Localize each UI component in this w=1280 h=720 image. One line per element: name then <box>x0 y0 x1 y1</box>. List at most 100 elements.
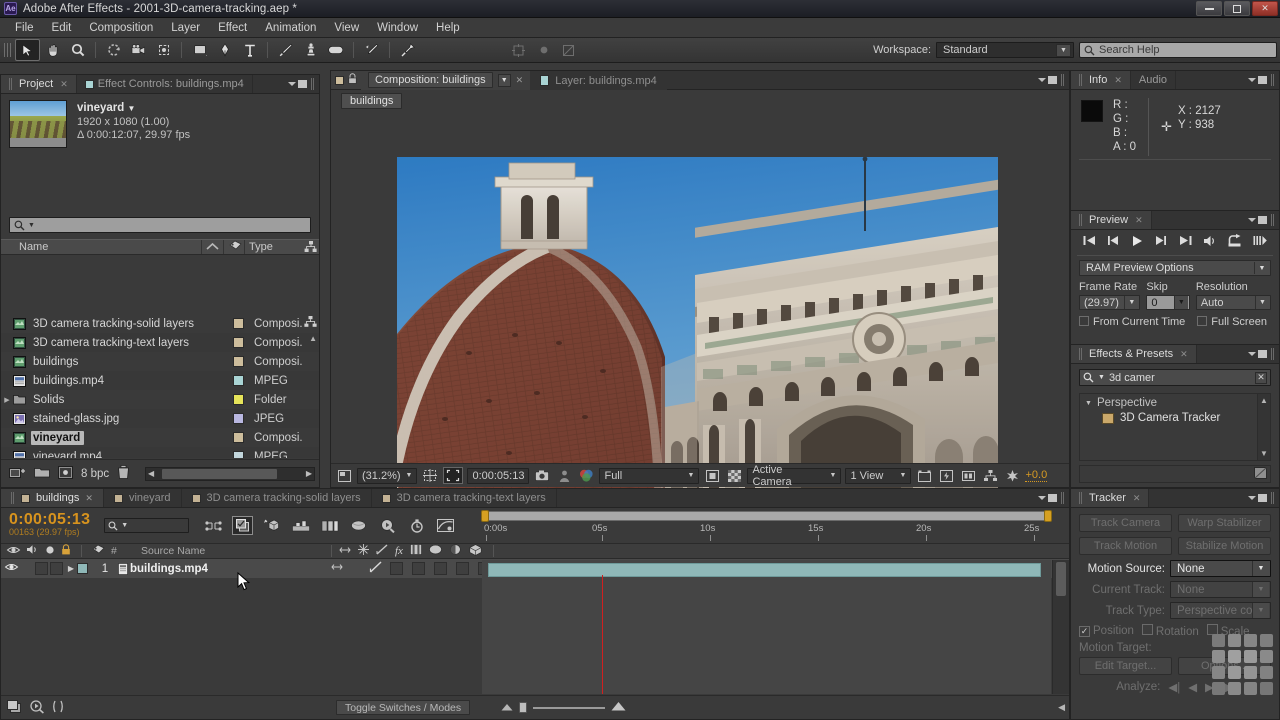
collapse-switch-icon[interactable] <box>358 544 369 558</box>
new-animation-preset-icon[interactable] <box>1254 467 1267 482</box>
frame-blend-switch-icon[interactable] <box>410 544 422 558</box>
effect-item-3d-camera-tracker[interactable]: 3D Camera Tracker <box>1080 409 1270 424</box>
close-icon[interactable]: ✕ <box>1135 215 1143 226</box>
timeline-scroll-left-icon[interactable]: ◀ <box>1058 702 1065 713</box>
layer-solo-cell[interactable] <box>50 562 63 575</box>
region-of-interest-icon[interactable] <box>443 467 463 484</box>
timeline-ruler[interactable]: 0:00s 05s 10s 15s 20s 25s <box>482 508 1051 543</box>
region-interest-toggle-icon[interactable] <box>703 468 721 484</box>
enable-frame-blending-icon[interactable] <box>290 516 311 535</box>
source-name-header[interactable]: Source Name <box>141 545 205 557</box>
tab-audio[interactable]: Audio <box>1131 71 1176 89</box>
panel-grip-icon[interactable] <box>1061 492 1065 504</box>
lock-toggle-icon[interactable] <box>61 544 71 558</box>
comp-flowchart-icon[interactable] <box>981 468 999 484</box>
graph-editor-footer-icon[interactable] <box>52 700 64 716</box>
list-item[interactable]: ▶SolidsFolder <box>1 390 319 409</box>
layer-fx-switch[interactable] <box>390 562 403 575</box>
work-area-start-handle[interactable] <box>481 510 489 522</box>
layer-number-header[interactable]: # <box>111 545 117 557</box>
preview-resolution-select[interactable]: Auto ▼ <box>1196 295 1271 310</box>
effects-switch-icon[interactable]: fx <box>395 545 403 557</box>
layer-visibility-icon[interactable] <box>1 562 21 575</box>
list-item[interactable]: vineyard.mp4MPEG <box>1 447 319 458</box>
close-icon[interactable]: ✕ <box>60 79 68 90</box>
panel-grip-icon[interactable] <box>1061 74 1065 86</box>
grid-guides-icon[interactable] <box>421 468 439 484</box>
sort-ascending-icon[interactable] <box>206 241 219 253</box>
project-tree-icon[interactable] <box>304 316 317 331</box>
composition-mini-flowchart-icon[interactable] <box>203 516 224 535</box>
layer-shy-switch[interactable] <box>331 562 343 575</box>
brainstorm-footer-icon[interactable] <box>30 700 44 716</box>
last-frame-icon[interactable] <box>1179 235 1192 249</box>
panel-menu-button[interactable] <box>1248 76 1267 84</box>
current-time-indicator[interactable] <box>602 575 603 694</box>
camera-view-select[interactable]: Active Camera ▼ <box>747 468 841 484</box>
lock-icon[interactable] <box>348 73 357 87</box>
shape-tool[interactable] <box>187 39 212 61</box>
puppet-pin-tool[interactable] <box>395 39 420 61</box>
ram-preview-icon[interactable] <box>1228 235 1242 250</box>
list-item[interactable]: buildingsComposi. <box>1 352 319 371</box>
brainstorm-icon[interactable] <box>377 516 398 535</box>
label-color-swatch[interactable] <box>233 413 244 424</box>
layer-label-color[interactable] <box>77 563 88 574</box>
enable-motion-blur-icon[interactable] <box>319 516 340 535</box>
from-current-time-checkbox[interactable]: From Current Time <box>1079 316 1185 328</box>
text-tool[interactable] <box>237 39 262 61</box>
audio-toggle-icon[interactable] <box>26 544 39 558</box>
play-icon[interactable] <box>1131 235 1143 250</box>
effects-search-input[interactable]: ▼ 3d camer ✕ <box>1079 369 1271 386</box>
take-snapshot-icon[interactable] <box>533 468 551 484</box>
work-area-end-handle[interactable] <box>1044 510 1052 522</box>
label-color-swatch[interactable] <box>233 451 244 458</box>
viewer-timecode[interactable]: 0:00:05:13 <box>467 468 529 484</box>
adjustment-layer-switch-icon[interactable] <box>449 544 462 558</box>
layer-motionblur-switch[interactable] <box>434 562 447 575</box>
work-area-bar[interactable] <box>482 511 1051 521</box>
label-color-icon[interactable] <box>229 240 242 255</box>
menu-edit[interactable]: Edit <box>43 20 81 36</box>
timeline-track-area[interactable] <box>482 560 1051 694</box>
timeline-current-time[interactable]: 0:00:05:13 00163 (29.97 fps) <box>1 513 90 539</box>
menu-view[interactable]: View <box>325 20 368 36</box>
stabilize-motion-button[interactable]: Stabilize Motion <box>1178 537 1271 555</box>
delete-icon[interactable] <box>117 465 130 482</box>
tab-tracker[interactable]: Tracker ✕ <box>1071 489 1149 507</box>
layer-disclosure-icon[interactable]: ▶ <box>65 564 77 573</box>
panel-menu-button[interactable] <box>1248 216 1267 224</box>
clone-stamp-tool[interactable] <box>298 39 323 61</box>
tab-composition-buildings[interactable]: Composition: buildings ▼ ✕ <box>361 71 530 90</box>
breadcrumb[interactable]: buildings <box>341 93 402 109</box>
chevron-down-icon[interactable]: ▼ <box>498 74 511 87</box>
audio-icon[interactable] <box>1203 235 1217 250</box>
comp-flowchart-view-icon[interactable] <box>7 700 22 716</box>
scroll-right-arrow-icon[interactable]: ▶ <box>306 469 312 478</box>
panel-menu-button[interactable] <box>1038 76 1057 84</box>
resolution-select[interactable]: Full ▼ <box>599 468 699 484</box>
label-color-swatch[interactable] <box>233 375 244 386</box>
maximize-button[interactable] <box>1224 1 1250 16</box>
exposure-value[interactable]: +0.0 <box>1025 469 1047 482</box>
workspace-select[interactable]: Standard ▼ <box>936 42 1074 58</box>
video-visibility-icon[interactable] <box>7 545 20 558</box>
close-button[interactable]: ✕ <box>1252 1 1278 16</box>
clear-search-icon[interactable]: ✕ <box>1255 372 1267 384</box>
zoom-tool[interactable] <box>65 39 90 61</box>
panel-grip-icon[interactable] <box>311 78 315 90</box>
layer-audio-cell[interactable] <box>35 562 48 575</box>
quality-switch-icon[interactable] <box>376 544 388 558</box>
pan-behind-tool[interactable] <box>151 39 176 61</box>
list-item[interactable]: vineyardComposi. <box>1 428 319 447</box>
tab-timeline-buildings[interactable]: buildings ✕ <box>1 489 104 507</box>
tab-layer-buildings[interactable]: Layer: buildings.mp4 <box>530 71 667 90</box>
tab-project[interactable]: Project ✕ <box>1 75 77 93</box>
track-motion-button[interactable]: Track Motion <box>1079 537 1172 555</box>
selection-tool[interactable] <box>15 39 40 61</box>
menu-effect[interactable]: Effect <box>209 20 256 36</box>
pen-tool[interactable] <box>212 39 237 61</box>
toggle-switches-modes-button[interactable]: Toggle Switches / Modes <box>336 700 470 715</box>
close-icon[interactable]: ✕ <box>85 493 93 504</box>
new-folder-icon[interactable] <box>34 466 50 481</box>
